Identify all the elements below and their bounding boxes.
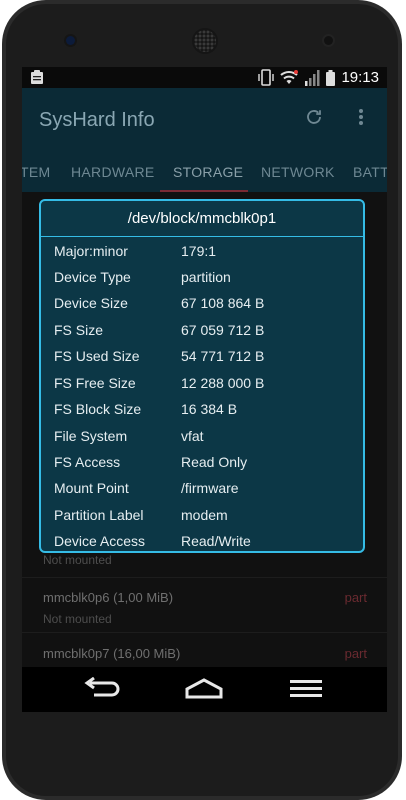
menu-icon[interactable] bbox=[289, 677, 323, 699]
front-camera bbox=[66, 36, 75, 45]
proximity-sensor bbox=[324, 36, 333, 45]
tab-hardware[interactable]: HARDWARE bbox=[71, 164, 155, 180]
list-item-name: mmcblk0p6 (1,00 MiB) bbox=[43, 590, 174, 605]
app-title: SysHard Info bbox=[39, 109, 155, 131]
partition-details-dialog: /dev/block/mmcblk0p1 Major:minor 179:1 D… bbox=[39, 199, 365, 553]
property-value: 179:1 bbox=[181, 243, 217, 259]
property-value: 67 059 712 B bbox=[181, 322, 265, 338]
property-value: 16 384 B bbox=[181, 401, 238, 417]
property-row: FS Used Size 54 771 712 B bbox=[41, 348, 363, 374]
property-row: Partition Label modem bbox=[41, 507, 363, 533]
property-key: FS Access bbox=[54, 454, 121, 470]
overflow-menu-icon[interactable] bbox=[358, 108, 364, 126]
dialog-title: /dev/block/mmcblk0p1 bbox=[127, 210, 277, 227]
list-item-name: mmcblk0p7 (16,00 MiB) bbox=[43, 646, 181, 661]
property-value: 12 288 000 B bbox=[181, 375, 265, 391]
property-row: Mount Point /firmware bbox=[41, 480, 363, 506]
property-row: FS Size 67 059 712 B bbox=[41, 322, 363, 348]
property-value: /firmware bbox=[181, 480, 239, 496]
vibrate-icon bbox=[258, 69, 275, 86]
home-icon[interactable] bbox=[184, 677, 224, 701]
refresh-icon[interactable] bbox=[305, 108, 323, 126]
wifi-icon bbox=[280, 70, 299, 84]
property-key: Device Type bbox=[54, 269, 131, 285]
list-item-type: part bbox=[344, 590, 367, 605]
earpiece-speaker bbox=[194, 30, 216, 52]
property-value: modem bbox=[181, 507, 228, 523]
property-key: Partition Label bbox=[54, 507, 144, 523]
list-item[interactable]: mmcblk0p6 (1,00 MiB) Not mounted part bbox=[22, 578, 387, 633]
property-key: Major:minor bbox=[54, 243, 128, 259]
property-key: Device Size bbox=[54, 295, 128, 311]
property-value: Read/Write bbox=[181, 533, 251, 549]
property-row: Major:minor 179:1 bbox=[41, 243, 363, 269]
dialog-divider bbox=[41, 236, 363, 237]
property-key: FS Size bbox=[54, 322, 104, 338]
property-row: Device Access Read/Write bbox=[41, 533, 363, 559]
property-value: 54 771 712 B bbox=[181, 348, 265, 364]
property-row: Device Size 67 108 864 B bbox=[41, 295, 363, 321]
tab-storage[interactable]: STORAGE bbox=[173, 164, 243, 180]
list-item-status: Not mounted bbox=[43, 612, 112, 626]
signal-icon bbox=[305, 69, 320, 86]
property-value: Read Only bbox=[181, 454, 248, 470]
property-row: FS Access Read Only bbox=[41, 454, 363, 480]
clipboard-icon bbox=[31, 70, 43, 84]
property-key: Device Access bbox=[54, 533, 146, 549]
property-row: Device Type partition bbox=[41, 269, 363, 295]
status-time: 19:13 bbox=[341, 69, 379, 86]
property-value: 67 108 864 B bbox=[181, 295, 265, 311]
app-bar: SysHard Info bbox=[22, 88, 387, 152]
battery-icon bbox=[326, 69, 336, 86]
property-key: File System bbox=[54, 428, 128, 444]
property-key: FS Block Size bbox=[54, 401, 142, 417]
tab-bar: TEM HARDWARE STORAGE NETWORK BATT bbox=[22, 152, 387, 192]
property-value: partition bbox=[181, 269, 231, 285]
property-key: Mount Point bbox=[54, 480, 129, 496]
property-value: vfat bbox=[181, 428, 204, 444]
property-row: FS Free Size 12 288 000 B bbox=[41, 375, 363, 401]
status-bar: 19:13 bbox=[22, 67, 387, 88]
navigation-bar bbox=[22, 667, 387, 712]
tab-network[interactable]: NETWORK bbox=[261, 164, 335, 180]
property-row: File System vfat bbox=[41, 428, 363, 454]
property-key: FS Used Size bbox=[54, 348, 140, 364]
tab-battery[interactable]: BATT bbox=[353, 164, 387, 180]
property-key: FS Free Size bbox=[54, 375, 136, 391]
property-row: FS Block Size 16 384 B bbox=[41, 401, 363, 427]
list-item-type: part bbox=[344, 646, 367, 661]
tab-system[interactable]: TEM bbox=[22, 164, 50, 180]
back-icon[interactable] bbox=[84, 677, 122, 701]
